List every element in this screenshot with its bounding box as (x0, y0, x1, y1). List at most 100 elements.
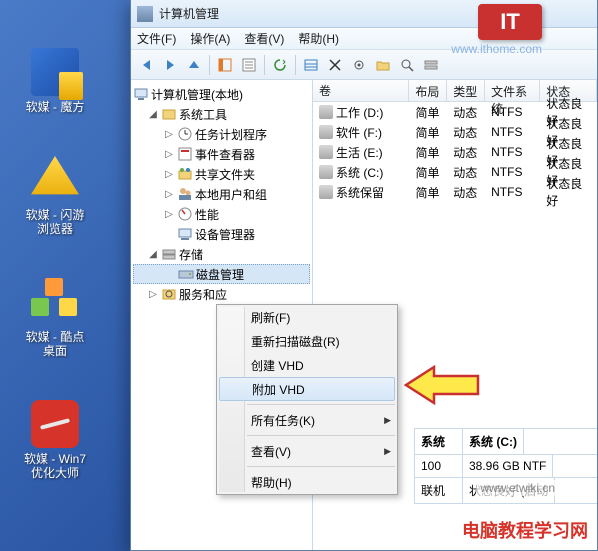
expand-icon[interactable]: ▷ (163, 188, 175, 200)
menu-file[interactable]: 文件(F) (137, 30, 176, 47)
tree-item[interactable]: ▷共享文件夹 (133, 164, 310, 184)
separator (264, 55, 265, 75)
delete-button[interactable] (324, 54, 346, 76)
tools-icon (161, 106, 177, 122)
col-type[interactable]: 类型 (447, 80, 485, 101)
find-button[interactable] (396, 54, 418, 76)
export-button[interactable] (300, 54, 322, 76)
separator (295, 55, 296, 75)
tool-icon (31, 400, 79, 448)
menu-attach-vhd[interactable]: 附加 VHD (219, 377, 395, 401)
menu-help[interactable]: 帮助(H) (298, 30, 339, 47)
folder-icon (376, 59, 390, 71)
menu-all-tasks[interactable]: 所有任务(K)▶ (217, 408, 397, 432)
show-hide-button[interactable] (214, 54, 236, 76)
submenu-arrow-icon: ▶ (384, 446, 391, 457)
col-volume[interactable]: 卷 (313, 80, 409, 101)
open-button[interactable] (372, 54, 394, 76)
partition-label[interactable]: 系统 (C:) (463, 429, 524, 454)
tree-root[interactable]: 计算机管理(本地) (133, 84, 310, 104)
tree-item[interactable]: ▷ 本地用户和组 (133, 184, 310, 204)
x-icon (329, 59, 341, 71)
vol-name: 系统 (C:) (336, 164, 383, 181)
menu-view[interactable]: 查看(V) (244, 30, 284, 47)
node-label: 服务和应 (179, 286, 227, 303)
expand-icon[interactable]: ▷ (163, 168, 175, 180)
app-icon (137, 6, 153, 22)
tree-diskmgmt[interactable]: 磁盘管理 (133, 264, 310, 284)
tree-item[interactable]: ▷ 性能 (133, 204, 310, 224)
node-label: 计算机管理(本地) (151, 86, 243, 103)
it-logo: IT (478, 4, 542, 40)
tree-item[interactable]: ▷ 任务计划程序 (133, 124, 310, 144)
cubes-icon (31, 278, 79, 326)
expand-icon[interactable]: ▷ (163, 128, 175, 140)
disk-icon (178, 266, 194, 282)
arrow-left-icon (143, 60, 150, 70)
volume-icon (319, 185, 333, 199)
menu-separator (247, 435, 395, 436)
desktop-icon[interactable]: 软媒 - 魔方 (20, 48, 90, 114)
icon-label: 软媒 - 魔方 (20, 100, 90, 114)
volume-icon (319, 145, 333, 159)
menu-rescan[interactable]: 重新扫描磁盘(R) (217, 329, 397, 353)
scheduler-icon (177, 126, 193, 142)
forward-button[interactable] (159, 54, 181, 76)
tree-item[interactable]: ▷ 事件查看器 (133, 144, 310, 164)
list-item[interactable]: 系统保留简单动态NTFS状态良好 (313, 182, 597, 202)
spacer (164, 268, 176, 280)
volume-list: 工作 (D:)简单动态NTFS状态良好 软件 (F:)简单动态NTFS状态良好 … (313, 102, 597, 202)
menu-separator (247, 466, 395, 467)
tree-systools[interactable]: ◢系统工具 (133, 104, 310, 124)
expand-icon[interactable]: ▷ (147, 288, 159, 300)
vol-name: 生活 (E:) (336, 144, 383, 161)
menu-refresh[interactable]: 刷新(F) (217, 305, 397, 329)
refresh-button[interactable] (269, 54, 291, 76)
desktop-icon[interactable]: 软媒 - 酷点桌面 (20, 278, 90, 358)
menu-help[interactable]: 帮助(H) (217, 470, 397, 494)
col-layout[interactable]: 布局 (409, 80, 447, 101)
disk-label: 系统 (415, 429, 463, 454)
spacer (163, 228, 175, 240)
back-button[interactable] (135, 54, 157, 76)
tree-item[interactable]: 设备管理器 (133, 224, 310, 244)
desktop-icon[interactable]: 软媒 - Win7优化大师 (20, 400, 90, 480)
node-label: 任务计划程序 (195, 126, 267, 143)
vol-name: 工作 (D:) (336, 104, 383, 121)
volume-icon (319, 105, 333, 119)
shared-icon (177, 166, 193, 182)
node-label: 性能 (195, 206, 219, 223)
arrow-right-icon (167, 60, 174, 70)
node-label: 事件查看器 (195, 146, 255, 163)
tree-storage[interactable]: ◢ 存储 (133, 244, 310, 264)
settings-button[interactable] (348, 54, 370, 76)
panel-icon (218, 58, 232, 72)
menu-view[interactable]: 查看(V)▶ (217, 439, 397, 463)
eventviewer-icon (177, 146, 193, 162)
node-label: 存储 (179, 246, 203, 263)
refresh-icon (273, 58, 287, 72)
tree-services[interactable]: ▷ 服务和应 (133, 284, 310, 304)
performance-icon (177, 206, 193, 222)
collapse-icon[interactable]: ◢ (147, 108, 159, 120)
desktop-icon[interactable]: 软媒 - 闪游浏览器 (20, 156, 90, 236)
menu-create-vhd[interactable]: 创建 VHD (217, 353, 397, 377)
disk-view-button[interactable] (420, 54, 442, 76)
properties-icon (242, 58, 256, 72)
separator (209, 55, 210, 75)
volume-icon (319, 165, 333, 179)
expand-icon[interactable]: ▷ (163, 208, 175, 220)
gear-icon (352, 58, 366, 72)
expand-icon[interactable]: ▷ (163, 148, 175, 160)
up-button[interactable] (183, 54, 205, 76)
collapse-icon[interactable]: ◢ (147, 248, 159, 260)
computer-icon (133, 86, 149, 102)
col-filesystem[interactable]: 文件系统 (485, 80, 540, 101)
storage-icon (161, 246, 177, 262)
properties-button[interactable] (238, 54, 260, 76)
icon-label: 软媒 - Win7优化大师 (20, 452, 90, 480)
menu-action[interactable]: 操作(A) (190, 30, 230, 47)
watermark-brand: 电脑教程学习网 (462, 517, 588, 543)
node-label: 本地用户和组 (195, 186, 267, 203)
icon-label: 软媒 - 酷点桌面 (20, 330, 90, 358)
